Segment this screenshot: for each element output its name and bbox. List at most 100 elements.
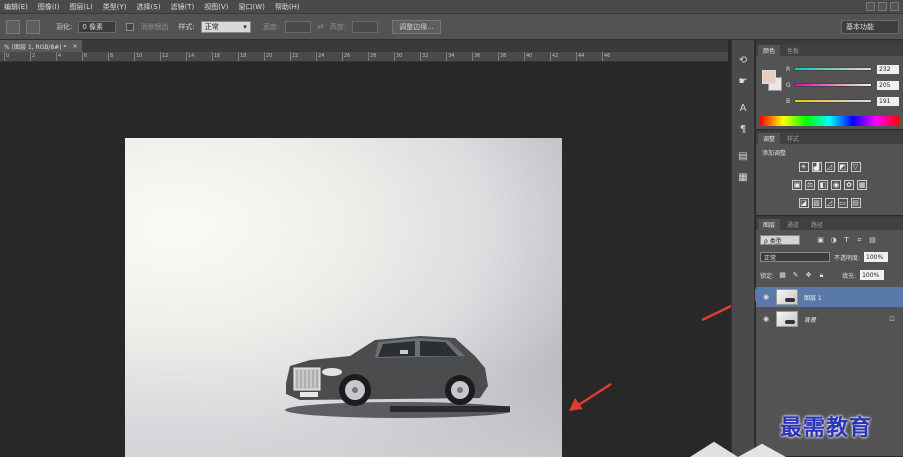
antialias-checkbox[interactable]	[126, 22, 135, 31]
canvas-area[interactable]	[0, 62, 728, 457]
type-filter-icon[interactable]: T	[842, 236, 851, 245]
history-icon[interactable]: ⟲	[737, 54, 750, 67]
menu-select[interactable]: 选择(S)	[137, 2, 161, 12]
color-spectrum[interactable]	[760, 116, 899, 126]
tab-layers[interactable]: 图层	[758, 219, 781, 230]
menu-image[interactable]: 图像(I)	[38, 2, 60, 12]
ruler-tick	[56, 52, 57, 61]
visibility-eye-icon[interactable]: ◉	[760, 315, 772, 323]
ruler-tick	[134, 52, 135, 61]
layer-row-background[interactable]: ◉ 背景 ⊡	[756, 309, 903, 329]
lock-pixels-icon[interactable]: ✎	[791, 271, 800, 280]
ruler-tick	[108, 52, 109, 61]
red-value-input[interactable]: 232	[877, 64, 899, 74]
tab-swatches[interactable]: 色板	[782, 45, 804, 56]
pixel-filter-icon[interactable]: ▣	[816, 236, 825, 245]
layer-kind-filter[interactable]: ρ 类型	[760, 235, 800, 245]
hand-pointer-icon[interactable]: ☛	[737, 75, 750, 88]
height-input[interactable]	[352, 20, 379, 33]
minimize-button[interactable]	[866, 2, 875, 11]
new-selection-mode-button[interactable]	[26, 19, 40, 34]
horizontal-ruler: 0 2 4 6 8 10 12 14 16 18 20 22 24 26 28 30 32 34 36 38 40 42 4…	[0, 52, 728, 62]
opacity-input[interactable]: 100%	[864, 252, 889, 262]
green-value-input[interactable]: 205	[877, 80, 899, 90]
exposure-icon[interactable]: ◩	[837, 162, 848, 172]
refine-edge-button[interactable]: 调整边缘...	[392, 19, 441, 34]
menu-type[interactable]: 类型(Y)	[103, 2, 127, 12]
smart-object-filter-icon[interactable]: ▤	[868, 236, 877, 245]
brightness-icon[interactable]: ☀	[798, 162, 809, 172]
type-icon[interactable]: A	[737, 102, 750, 115]
color-balance-icon[interactable]: ⚖	[805, 180, 815, 190]
posterize-icon[interactable]: ▨	[811, 198, 822, 208]
lock-transparent-icon[interactable]: ▦	[778, 271, 787, 280]
paragraph-icon[interactable]: ¶	[737, 123, 750, 136]
lock-all-icon[interactable]: 🔒︎	[817, 271, 826, 280]
ruler-number: 12	[162, 53, 169, 59]
lock-position-icon[interactable]: ✥	[804, 271, 813, 280]
swap-icon[interactable]: ⇄	[317, 22, 324, 31]
red-arrow-canvas	[569, 382, 612, 411]
ruler-tick	[550, 52, 551, 61]
fill-input[interactable]: 100%	[860, 270, 885, 280]
black-white-icon[interactable]: ◧	[818, 180, 828, 190]
menu-view[interactable]: 视图(V)	[204, 2, 228, 12]
workspace-select[interactable]: 基本功能	[841, 20, 899, 34]
menu-layer[interactable]: 图层(L)	[69, 2, 92, 12]
layers-icon[interactable]: ▤	[737, 150, 750, 163]
photoshop-window: 编辑(E) 图像(I) 图层(L) 类型(Y) 选择(S) 滤镜(T) 视图(V…	[0, 0, 903, 457]
tab-channels[interactable]: 通道	[782, 219, 804, 230]
adjustment-filter-icon[interactable]: ◑	[829, 236, 838, 245]
ruler-tick	[290, 52, 291, 61]
right-panels: 颜色 色板 R 232 G 205 B 191 调整 样式 添加调整 ☀ ▟ ◿…	[756, 40, 903, 457]
gradient-map-icon[interactable]: ▭	[837, 198, 848, 208]
menu-edit[interactable]: 编辑(E)	[4, 2, 28, 12]
menu-help[interactable]: 帮助(H)	[275, 2, 300, 12]
ruler-number: 4	[58, 53, 62, 59]
tab-adjustments[interactable]: 调整	[758, 133, 781, 144]
ruler-number: 0	[6, 53, 10, 59]
document-tab[interactable]: % (图层 1, RGB/8#) * ×	[0, 40, 82, 52]
document-canvas[interactable]	[125, 138, 562, 457]
visibility-eye-icon[interactable]: ◉	[760, 293, 772, 301]
foreground-color-swatch[interactable]	[762, 70, 776, 84]
tool-preset-picker[interactable]	[6, 19, 20, 34]
width-input[interactable]	[285, 20, 312, 33]
curves-icon[interactable]: ◿	[824, 162, 835, 172]
feather-input[interactable]: 0 像素	[78, 20, 117, 33]
notes-icon[interactable]: ▦	[737, 171, 750, 184]
hue-saturation-icon[interactable]: ▣	[792, 180, 802, 190]
layer-row-layer1[interactable]: ◉ 图层 1	[756, 287, 903, 307]
tab-paths[interactable]: 路径	[806, 219, 828, 230]
tab-styles[interactable]: 样式	[782, 133, 804, 144]
tab-color[interactable]: 颜色	[758, 45, 781, 56]
feather-label: 羽化:	[56, 22, 73, 31]
ruler-number: 16	[214, 53, 221, 59]
shape-filter-icon[interactable]: ⌗	[855, 236, 864, 245]
invert-icon[interactable]: ◪	[798, 198, 809, 208]
blue-value-input[interactable]: 191	[877, 96, 899, 106]
photo-filter-icon[interactable]: ◉	[831, 180, 841, 190]
selective-color-icon[interactable]: ▤	[850, 198, 861, 208]
ruler-number: 46	[604, 53, 611, 59]
blend-mode-select[interactable]: 正常	[760, 252, 830, 262]
close-icon[interactable]: ×	[73, 43, 78, 50]
ruler-tick	[368, 52, 369, 61]
style-select[interactable]: 正常 ▾	[200, 20, 251, 33]
channel-mixer-icon[interactable]: ✿	[844, 180, 854, 190]
ruler-tick	[602, 52, 603, 61]
menu-window[interactable]: 窗口(W)	[238, 2, 264, 12]
maximize-button[interactable]	[878, 2, 887, 11]
blue-slider[interactable]	[794, 99, 872, 103]
layer-thumbnail	[776, 311, 798, 327]
document-tab-title: % (图层 1, RGB/8#) *	[4, 43, 67, 51]
menu-filter[interactable]: 滤镜(T)	[170, 2, 194, 12]
ruler-tick	[446, 52, 447, 61]
green-slider[interactable]	[794, 83, 872, 87]
close-button[interactable]	[890, 2, 899, 11]
levels-icon[interactable]: ▟	[811, 162, 822, 172]
red-slider[interactable]	[794, 67, 872, 71]
color-lookup-icon[interactable]: ▦	[857, 180, 867, 190]
vibrance-icon[interactable]: ▽	[850, 162, 861, 172]
threshold-icon[interactable]: ◿	[824, 198, 835, 208]
